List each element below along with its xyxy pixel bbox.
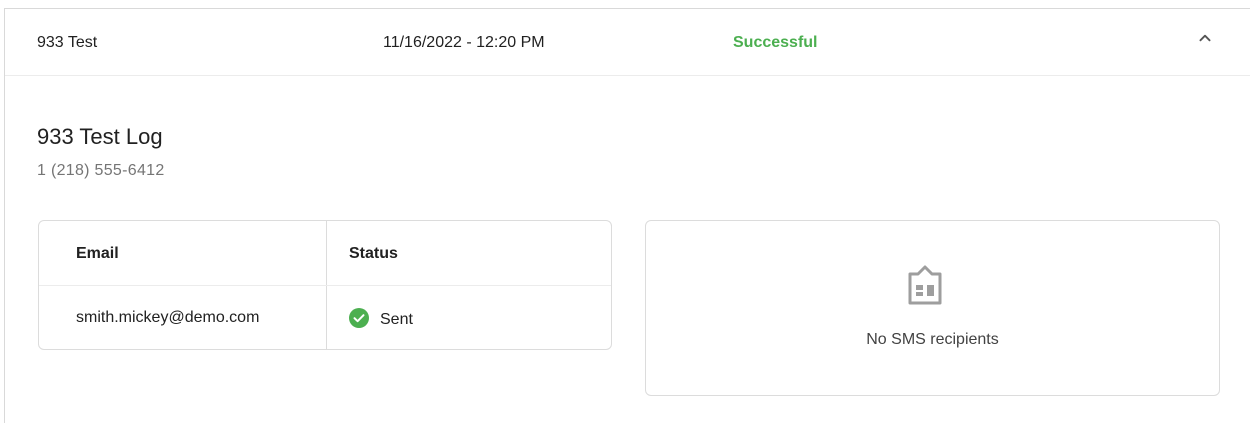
column-header-email: Email <box>76 245 119 262</box>
recipient-status-label: Sent <box>380 311 413 328</box>
log-phone-number: 1 (218) 555-6412 <box>37 162 165 179</box>
recipient-email: smith.mickey@demo.com <box>76 309 260 326</box>
check-circle-icon <box>349 308 369 328</box>
sms-empty-message: No SMS recipients <box>866 331 999 348</box>
email-recipients-table: Email Status smith.mickey@demo.com Sent <box>38 220 612 350</box>
column-header-status: Status <box>349 245 398 262</box>
broadcast-datetime: 11/16/2022 - 12:20 PM <box>383 34 545 51</box>
broadcast-name: 933 Test <box>37 34 98 51</box>
building-icon <box>908 265 942 305</box>
broadcast-log-panel: 933 Test 11/16/2022 - 12:20 PM Successfu… <box>4 8 1250 423</box>
broadcast-summary-row[interactable]: 933 Test 11/16/2022 - 12:20 PM Successfu… <box>5 9 1250 76</box>
broadcast-status: Successful <box>733 34 818 51</box>
log-title: 933 Test Log <box>37 124 163 149</box>
chevron-up-icon[interactable] <box>1194 27 1216 49</box>
row-divider <box>39 285 611 286</box>
sms-recipients-card: No SMS recipients <box>645 220 1220 396</box>
recipient-status: Sent <box>349 308 413 330</box>
